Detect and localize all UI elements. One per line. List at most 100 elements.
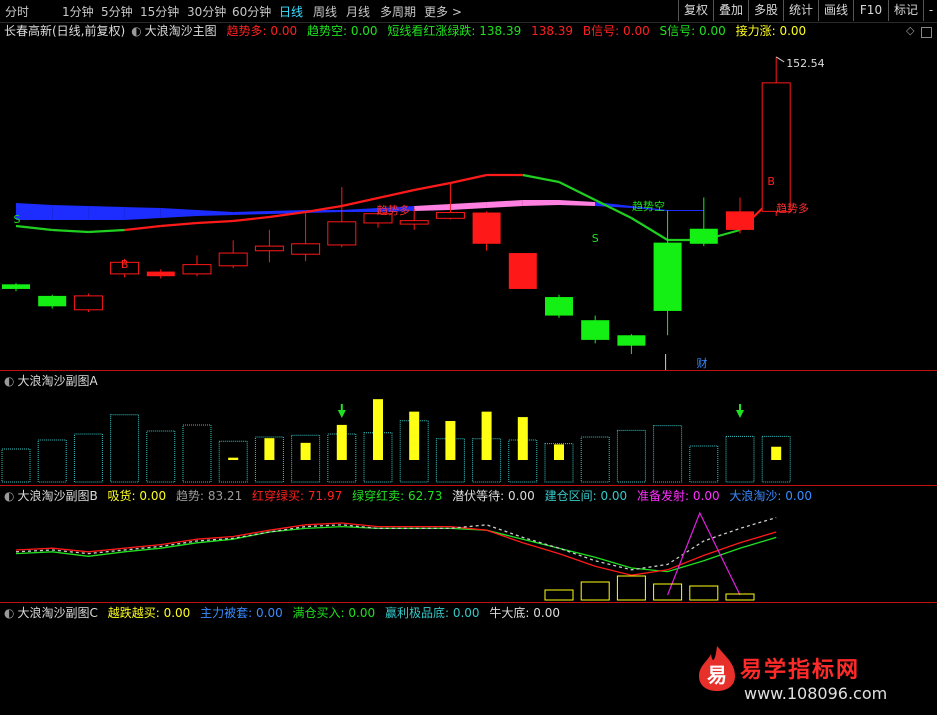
pane-divider — [0, 370, 937, 371]
overlay-button[interactable]: 叠加 — [713, 0, 748, 21]
draw-line-button[interactable]: 画线 — [818, 0, 853, 21]
trend-line-segment — [88, 228, 125, 234]
pane-divider — [0, 602, 937, 603]
sub-b-yellow-bar — [616, 575, 646, 601]
candle-body — [508, 253, 537, 289]
trend-line-segment — [413, 181, 451, 192]
trend-line-segment — [15, 224, 53, 232]
indicator-toggle-icon[interactable]: ◐ — [131, 24, 141, 38]
trend-band-segment — [88, 206, 125, 220]
trend-band-segment — [450, 202, 487, 210]
f10-button[interactable]: F10 — [853, 0, 888, 21]
fuquan-button[interactable]: 复权 — [678, 0, 713, 21]
trend-band-segment — [522, 200, 559, 206]
sub-a-title: ◐ 大浪淘沙副图A — [0, 372, 104, 390]
trend-band-segment — [160, 208, 197, 218]
main-field: 趋势多: 0.00 — [226, 24, 298, 38]
pane-maximize-icon[interactable] — [921, 27, 932, 38]
sub-a-yellow-bar — [445, 421, 456, 460]
trend-line-segment — [233, 215, 270, 223]
trend-line-segment — [377, 188, 415, 200]
sub-b-yellow-bar — [689, 585, 719, 601]
main-field: S信号: 0.00 — [659, 24, 726, 38]
sub-c-indicator-name[interactable]: 大浪淘沙副图C — [17, 606, 97, 620]
sub-b-indicator-name[interactable]: 大浪淘沙副图B — [17, 489, 97, 503]
sub-a-yellow-bar — [409, 411, 420, 460]
statistics-button[interactable]: 统计 — [783, 0, 818, 21]
main-field: 138.39 — [531, 24, 574, 38]
collapse-button[interactable]: - — [923, 0, 937, 21]
period-tab-day[interactable]: 日线 — [279, 3, 303, 20]
trend-line-segment — [52, 228, 89, 234]
sub-b-toggle-icon[interactable]: ◐ — [4, 489, 14, 503]
trend-line-segment — [558, 181, 596, 201]
trend-line-segment — [522, 173, 560, 184]
pane-divider — [0, 485, 937, 486]
sub-a-bar — [580, 436, 610, 483]
sub-a-bar — [689, 445, 719, 483]
sub-b-white-line — [15, 516, 777, 571]
trend-line-segment — [594, 199, 632, 219]
period-tab-fenshi[interactable]: 分时 — [5, 3, 29, 20]
sub-a-bar — [725, 435, 755, 483]
period-tab-multi[interactable]: 多周期 — [380, 3, 416, 20]
candle-body — [291, 243, 321, 255]
sub-a-yellow-bar — [264, 438, 275, 460]
stock-name: 长春高新(日线,前复权) — [4, 24, 126, 38]
main-indicator-name[interactable]: 大浪淘沙主图 — [145, 24, 217, 38]
period-tab-week[interactable]: 周线 — [313, 3, 337, 20]
sell-signal-label: S — [14, 213, 21, 226]
candle-body — [327, 221, 357, 246]
pane-settings-icon[interactable]: ◇ — [906, 24, 914, 37]
sub-b-yellow-bar — [544, 589, 574, 601]
sub-a-indicator-name[interactable]: 大浪淘沙副图A — [17, 374, 97, 388]
candle-body — [218, 252, 248, 267]
candle-body — [581, 320, 610, 340]
candle-body — [761, 82, 791, 212]
candle-body — [254, 245, 284, 252]
main-field: 短线看红涨绿跌: 138.39 — [387, 24, 522, 38]
sub-a-bar — [182, 424, 212, 483]
candle-body — [435, 212, 465, 219]
period-tab-30min[interactable]: 30分钟 — [187, 3, 226, 20]
candle-body — [73, 295, 103, 311]
svg-text:易: 易 — [707, 663, 727, 687]
sell-signal-label: S — [592, 232, 599, 245]
sub-b-chart[interactable] — [0, 505, 937, 602]
trend-line-segment — [630, 217, 669, 241]
sub-a-bar — [1, 448, 31, 483]
sub-b-magenta-spike — [667, 511, 741, 596]
sub-a-bar — [218, 440, 248, 483]
period-tab-5min[interactable]: 5分钟 — [101, 3, 133, 20]
candle-body — [399, 220, 429, 225]
trend-band-segment — [16, 203, 53, 220]
trend-band-segment — [667, 210, 704, 211]
sub-a-yellow-bar — [517, 417, 528, 460]
trend-line-segment — [341, 196, 379, 208]
trend-long-label: 趋势多 — [377, 203, 410, 217]
main-field: 趋势空: 0.00 — [306, 24, 378, 38]
period-tab-60min[interactable]: 60分钟 — [232, 3, 271, 20]
down-arrow-icon — [736, 410, 744, 418]
sub-a-yellow-bar — [771, 446, 782, 460]
candle-body — [146, 271, 175, 277]
high-marker-line — [775, 56, 785, 63]
period-tab-more[interactable]: 更多 > — [424, 3, 462, 20]
period-tab-15min[interactable]: 15分钟 — [140, 3, 179, 20]
candle-body — [617, 335, 646, 346]
buy-signal-label: B — [767, 175, 775, 188]
sub-c-toggle-icon[interactable]: ◐ — [4, 606, 14, 620]
finance-marker-label: 财 — [697, 356, 708, 370]
period-tab-month[interactable]: 月线 — [346, 3, 370, 20]
period-tab-1min[interactable]: 1分钟 — [62, 3, 94, 20]
multi-stock-button[interactable]: 多股 — [748, 0, 783, 21]
sub-a-chart[interactable] — [0, 390, 937, 485]
main-candlestick-chart[interactable]: SB趋势多趋势空SB趋势多152.54126.88财 — [0, 40, 937, 370]
candle-body — [38, 295, 67, 307]
sub-a-bar — [146, 430, 176, 483]
sub-b-title: ◐ 大浪淘沙副图B 吸货: 0.00 趋势: 83.21 红穿绿买: 71.97 … — [4, 489, 813, 503]
down-arrow-icon — [739, 404, 741, 411]
candle-body — [653, 242, 682, 311]
sub-a-toggle-icon[interactable]: ◐ — [4, 374, 14, 388]
mark-button[interactable]: 标记 — [888, 0, 923, 21]
